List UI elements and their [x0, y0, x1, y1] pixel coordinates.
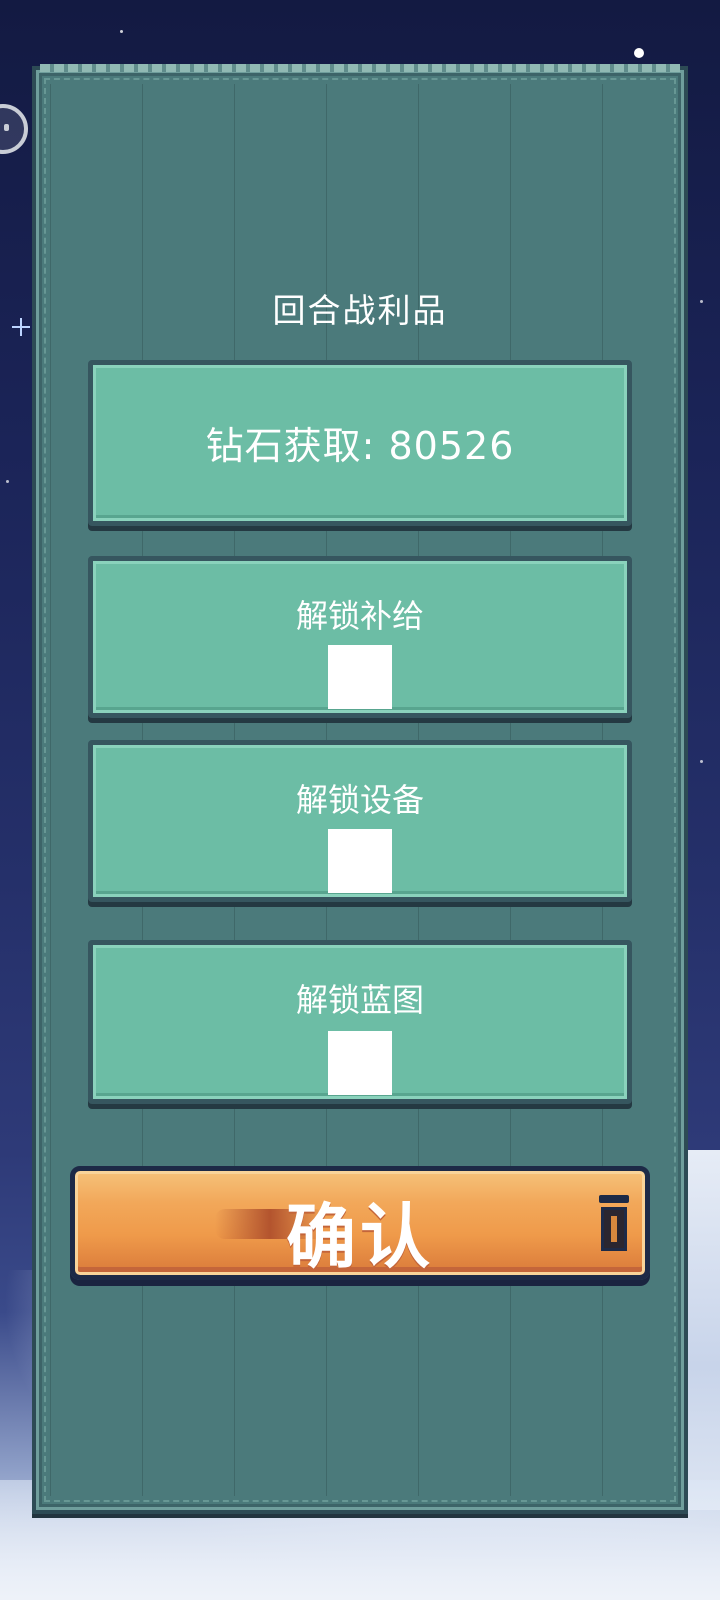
star: [700, 300, 703, 303]
star: [120, 30, 123, 33]
trash-can-icon: [597, 1195, 631, 1253]
star: [700, 760, 703, 763]
ghost-eye-right: [4, 124, 9, 131]
confirm-label: 确认: [286, 1196, 434, 1278]
trash-lid: [599, 1195, 629, 1203]
unlock-device-label: 解锁设备: [295, 781, 424, 819]
unlock-supply-card: 解锁补给: [88, 556, 632, 718]
blueprint-item-slot[interactable]: [328, 1031, 392, 1095]
star: [634, 48, 644, 58]
diamond-reward-text: 钻石获取: 80526: [205, 424, 515, 468]
panel-title: 回合战利品: [272, 291, 448, 330]
unlock-blueprint-label: 解锁蓝图: [295, 981, 424, 1019]
unlock-supply-label: 解锁补给: [295, 597, 424, 635]
round-loot-panel: 回合战利品 钻石获取: 80526 解锁补给 解锁设备 解锁蓝图 确认: [32, 64, 688, 1514]
supply-item-slot[interactable]: [328, 645, 392, 709]
unlock-blueprint-card: 解锁蓝图: [88, 940, 632, 1104]
trash-body: [601, 1207, 627, 1251]
ghost-face-icon[interactable]: [0, 104, 28, 154]
unlock-device-card: 解锁设备: [88, 740, 632, 902]
star: [6, 480, 9, 483]
star-icon: [12, 318, 30, 336]
panel-top-trim: [40, 64, 680, 72]
diamond-reward-card: 钻石获取: 80526: [88, 360, 632, 526]
game-screen: 回合战利品 钻石获取: 80526 解锁补给 解锁设备 解锁蓝图 确认: [0, 0, 720, 1600]
device-item-slot[interactable]: [328, 829, 392, 893]
confirm-button[interactable]: 确认: [70, 1166, 650, 1280]
